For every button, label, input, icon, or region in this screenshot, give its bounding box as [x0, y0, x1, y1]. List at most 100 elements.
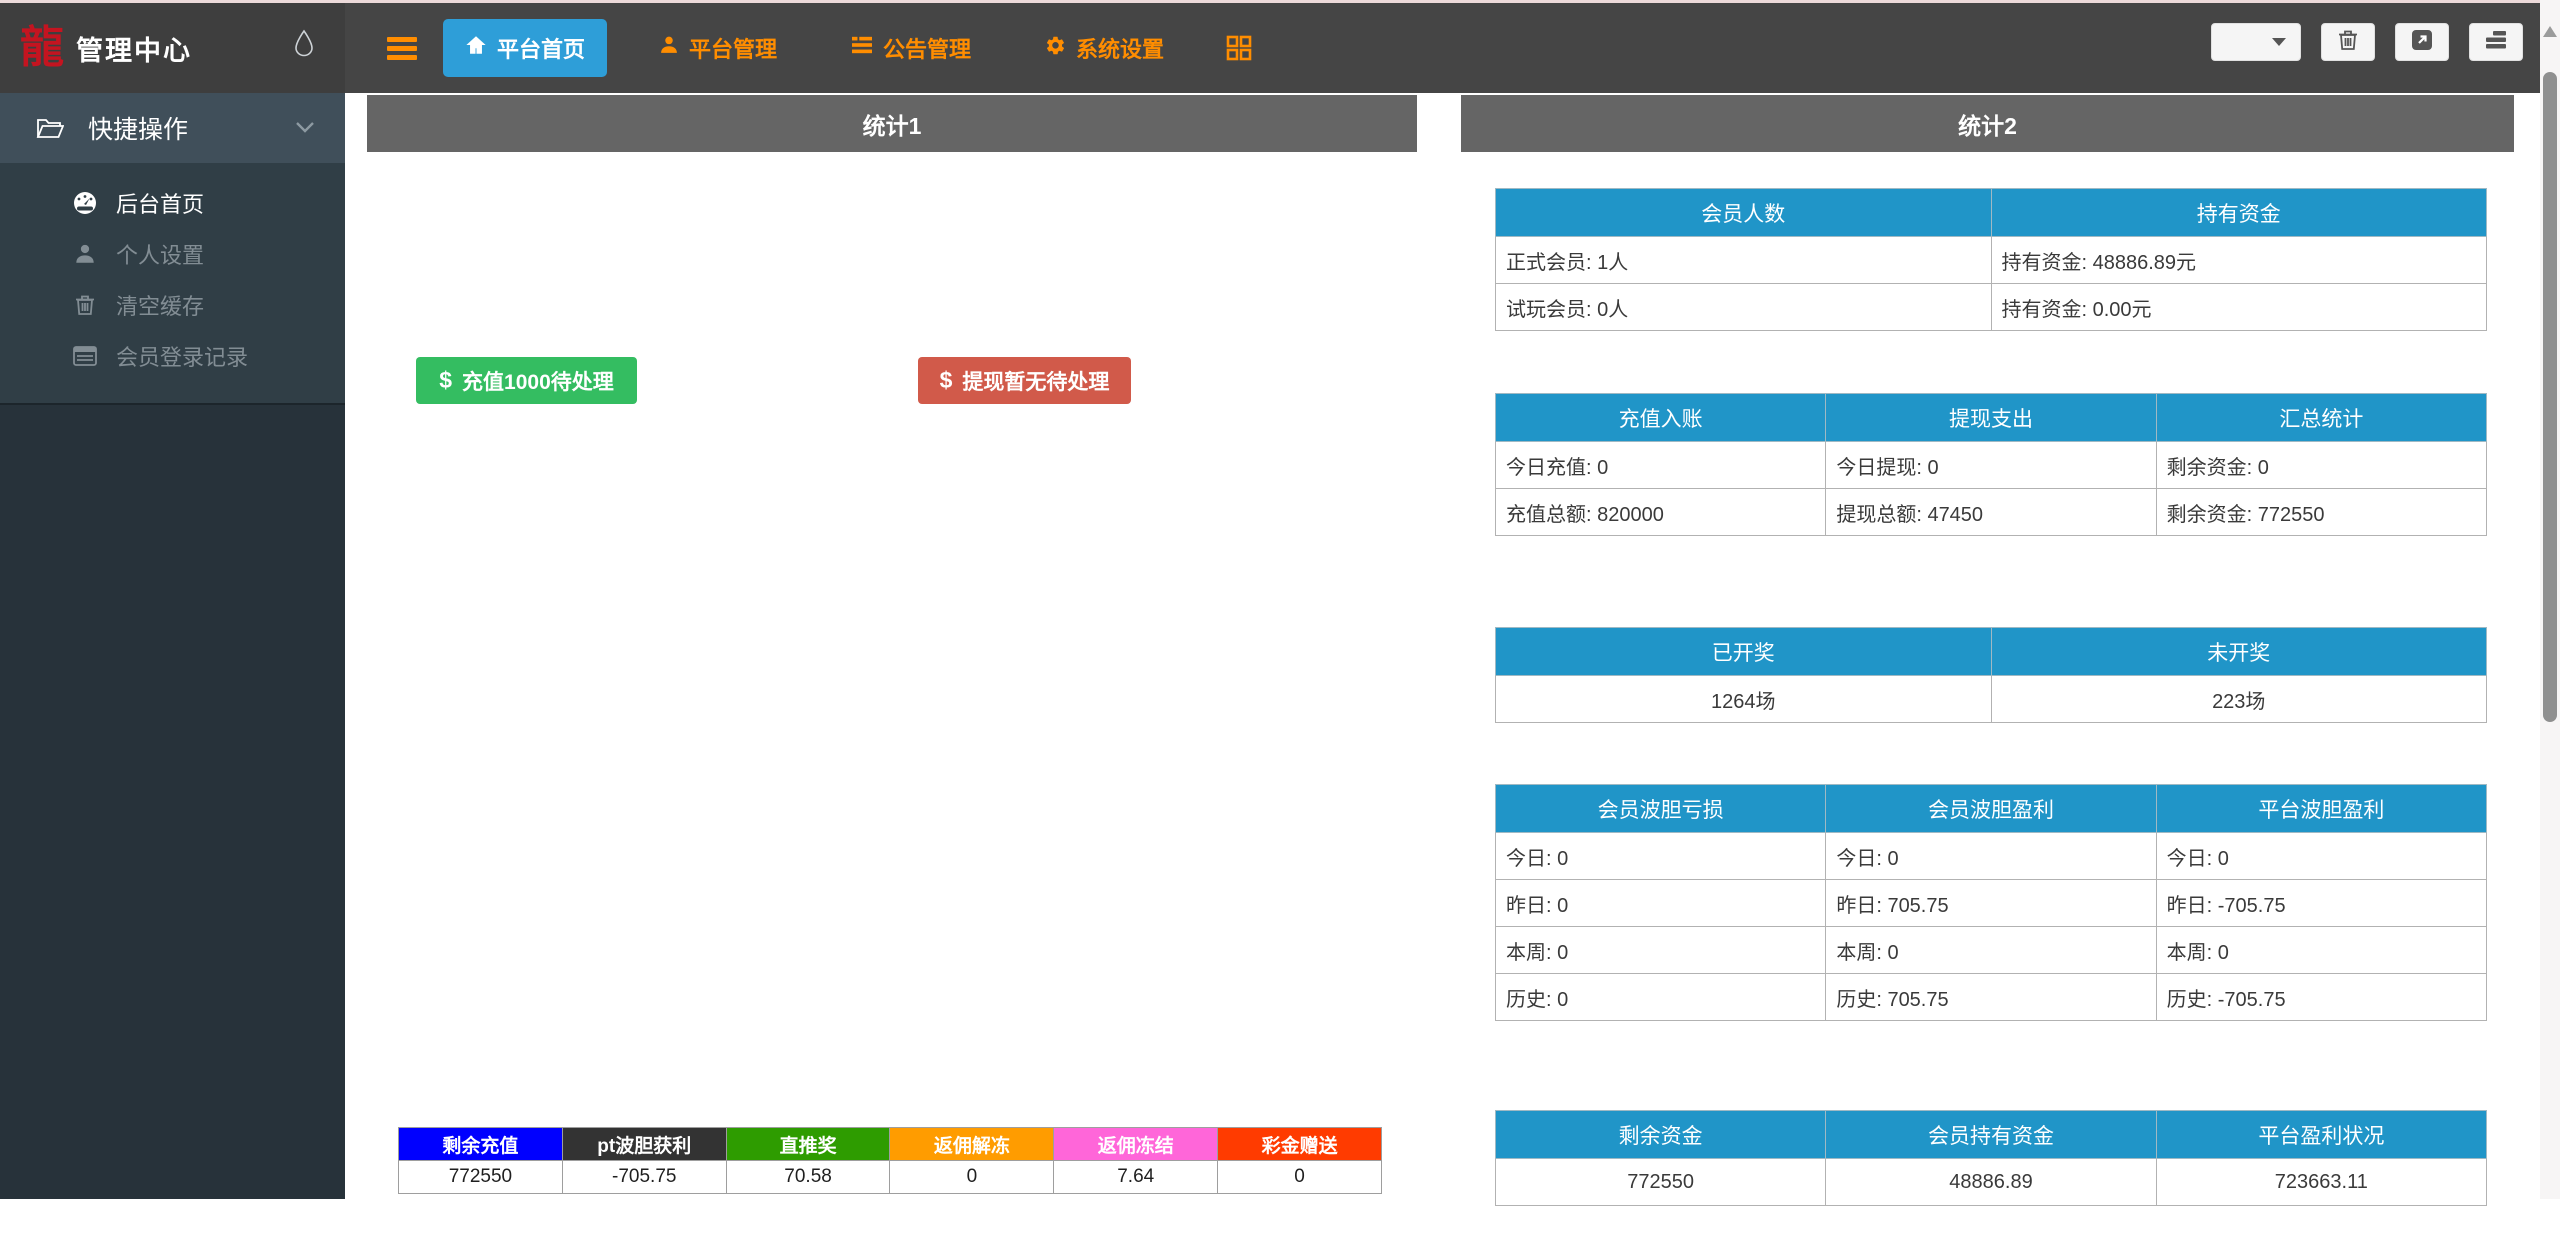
- tab-system-settings[interactable]: 系统设置: [1023, 19, 1186, 77]
- cell: 正式会员: 1人: [1495, 236, 1992, 284]
- nav-tab-bar: 平台首页 平台管理 公告管理 系统设置: [345, 3, 1252, 93]
- table-header-row: 剩余充值 pt波胆获利 直推奖 返佣解冻 返佣冻结 彩金赠送: [398, 1127, 1382, 1161]
- top-navbar: 龍 管理中心 平台首页 平台管理 公告管理 系统设置: [0, 3, 2540, 93]
- tab-platform-home[interactable]: 平台首页: [443, 19, 608, 77]
- sidebar-item-profile[interactable]: 个人设置: [0, 228, 345, 279]
- dollar-icon: $: [439, 367, 453, 393]
- cell: 70.58: [725, 1160, 891, 1194]
- cell: 今日: 0: [1825, 832, 2157, 880]
- column-header: 返佣解冻: [889, 1127, 1055, 1161]
- tab-label: 平台首页: [497, 37, 586, 62]
- chevron-down-icon: [2272, 38, 2286, 46]
- column-header: 汇总统计: [2155, 393, 2488, 442]
- column-header: 提现支出: [1825, 393, 2157, 442]
- cell: 772550: [398, 1160, 563, 1194]
- cell: 昨日: 705.75: [1825, 879, 2157, 927]
- sidebar-item-label: 清空缓存: [116, 293, 205, 319]
- header-dropdown[interactable]: [2211, 23, 2301, 61]
- cell: 昨日: 0: [1494, 879, 1827, 927]
- cell: 试玩会员: 0人: [1495, 283, 1992, 331]
- deposit-pending-button[interactable]: $ 充值1000待处理: [416, 357, 637, 404]
- tab-announcement-manage[interactable]: 公告管理: [829, 19, 993, 77]
- platform-summary-table: 剩余资金 会员持有资金 平台盈利状况 772550 48886.89 72366…: [1494, 1110, 2488, 1206]
- stats-panel-1: 统计1 $ 充值1000待处理 $ 提现暂无待处理 剩余充值 pt波胆获利 直推…: [367, 95, 1417, 1199]
- brand-area[interactable]: 龍 管理中心: [0, 3, 345, 93]
- cell: 0: [1217, 1160, 1382, 1194]
- deposit-button-label: 充值1000待处理: [462, 370, 614, 394]
- cell: 本周: 0: [2155, 926, 2488, 974]
- sidebar-item-login-records[interactable]: 会员登录记录: [0, 330, 345, 381]
- bodan-profit-table: 会员波胆亏损 会员波胆盈利 平台波胆盈利 今日: 0 今日: 0 今日: 0 昨…: [1494, 784, 2488, 1021]
- stats-panel-2: 统计2 会员人数 持有资金 正式会员: 1人 持有资金: 48886.89元 试…: [1461, 95, 2514, 1235]
- table-row: 今日: 0 今日: 0 今日: 0: [1494, 832, 2488, 880]
- cell: 223场: [1990, 675, 2487, 723]
- table-header-row: 充值入账 提现支出 汇总统计: [1494, 393, 2488, 442]
- sidebar-item-clear-cache[interactable]: 清空缓存: [0, 279, 345, 330]
- table-row: 772550 48886.89 723663.11: [1494, 1158, 2488, 1206]
- brand-title: 管理中心: [76, 35, 192, 66]
- home-icon: [465, 34, 487, 62]
- column-header: 平台波胆盈利: [2155, 784, 2488, 833]
- table-header-row: 会员人数 持有资金: [1495, 188, 2487, 237]
- cell: 723663.11: [2155, 1158, 2488, 1206]
- sidebar-group-label: 快捷操作: [88, 116, 189, 144]
- control-sidebar-button[interactable]: [2469, 23, 2523, 61]
- table-row: 正式会员: 1人 持有资金: 48886.89元: [1495, 236, 2487, 284]
- gear-icon: [1045, 35, 1066, 62]
- cell: 0: [889, 1160, 1055, 1194]
- tab-label: 平台管理: [689, 37, 778, 62]
- column-header: 彩金赠送: [1217, 1127, 1382, 1161]
- funds-flow-table: 充值入账 提现支出 汇总统计 今日充值: 0 今日提现: 0 剩余资金: 0 充…: [1494, 393, 2488, 536]
- column-header: 已开奖: [1495, 627, 1992, 676]
- vertical-scrollbar[interactable]: [2540, 0, 2560, 1199]
- table-row: 历史: 0 历史: 705.75 历史: -705.75: [1494, 973, 2488, 1021]
- tab-platform-manage[interactable]: 平台管理: [637, 19, 799, 77]
- cell: 昨日: -705.75: [2155, 879, 2488, 927]
- cell: 持有资金: 0.00元: [1990, 283, 2487, 331]
- panel1-title: 统计1: [367, 95, 1417, 152]
- grid-menu-icon[interactable]: [1226, 35, 1252, 61]
- table-row: 1264场 223场: [1495, 675, 2487, 723]
- fullscreen-button[interactable]: [2395, 23, 2449, 61]
- column-header: 会员人数: [1495, 188, 1992, 237]
- table-row: 本周: 0 本周: 0 本周: 0: [1494, 926, 2488, 974]
- table-row: 今日充值: 0 今日提现: 0 剩余资金: 0: [1494, 441, 2488, 489]
- cell: 本周: 0: [1494, 926, 1827, 974]
- user-icon: [72, 243, 98, 265]
- scrollbar-thumb[interactable]: [2543, 72, 2557, 722]
- cell: 剩余资金: 0: [2155, 441, 2488, 489]
- draw-status-table: 已开奖 未开奖 1264场 223场: [1495, 627, 2487, 723]
- folder-open-icon: [36, 116, 64, 140]
- cell: 今日: 0: [2155, 832, 2488, 880]
- sidebar-group-quick-actions[interactable]: 快捷操作: [0, 93, 345, 163]
- sidebar-item-dashboard[interactable]: 后台首页: [0, 177, 345, 228]
- cell: 历史: 0: [1494, 973, 1827, 1021]
- column-header: 持有资金: [1990, 188, 2487, 237]
- withdraw-pending-button[interactable]: $ 提现暂无待处理: [918, 357, 1131, 404]
- table-list-icon: [72, 345, 98, 366]
- cell: 772550: [1494, 1158, 1827, 1206]
- cell: 本周: 0: [1825, 926, 2157, 974]
- balance-breakdown-table: 剩余充值 pt波胆获利 直推奖 返佣解冻 返佣冻结 彩金赠送 772550 -7…: [398, 1127, 1382, 1194]
- sidebar-toggle-icon[interactable]: [387, 33, 417, 64]
- navbar-actions: [2211, 23, 2523, 61]
- column-header: 平台盈利状况: [2155, 1110, 2488, 1159]
- members-table: 会员人数 持有资金 正式会员: 1人 持有资金: 48886.89元 试玩会员:…: [1495, 188, 2487, 331]
- table-row: 试玩会员: 0人 持有资金: 0.00元: [1495, 283, 2487, 331]
- cell: 持有资金: 48886.89元: [1990, 236, 2487, 284]
- top-edge-strip: [0, 0, 2560, 3]
- external-link-icon: [2411, 29, 2433, 56]
- column-header: 剩余充值: [398, 1127, 563, 1161]
- list-icon: [851, 35, 873, 61]
- table-row: 昨日: 0 昨日: 705.75 昨日: -705.75: [1494, 879, 2488, 927]
- cell: -705.75: [561, 1160, 727, 1194]
- panel2-body: 会员人数 持有资金 正式会员: 1人 持有资金: 48886.89元 试玩会员:…: [1461, 188, 2514, 1235]
- column-header: 剩余资金: [1494, 1110, 1827, 1159]
- cell: 历史: -705.75: [2155, 973, 2488, 1021]
- clear-cache-button[interactable]: [2321, 23, 2375, 61]
- withdraw-button-label: 提现暂无待处理: [962, 370, 1110, 394]
- scroll-up-arrow-icon[interactable]: [2543, 26, 2557, 37]
- droplet-icon[interactable]: [293, 29, 315, 64]
- sidebar-item-label: 后台首页: [116, 191, 205, 217]
- sidebar: 快捷操作 后台首页 个人设置 清空缓存 会员登录记录: [0, 93, 345, 1199]
